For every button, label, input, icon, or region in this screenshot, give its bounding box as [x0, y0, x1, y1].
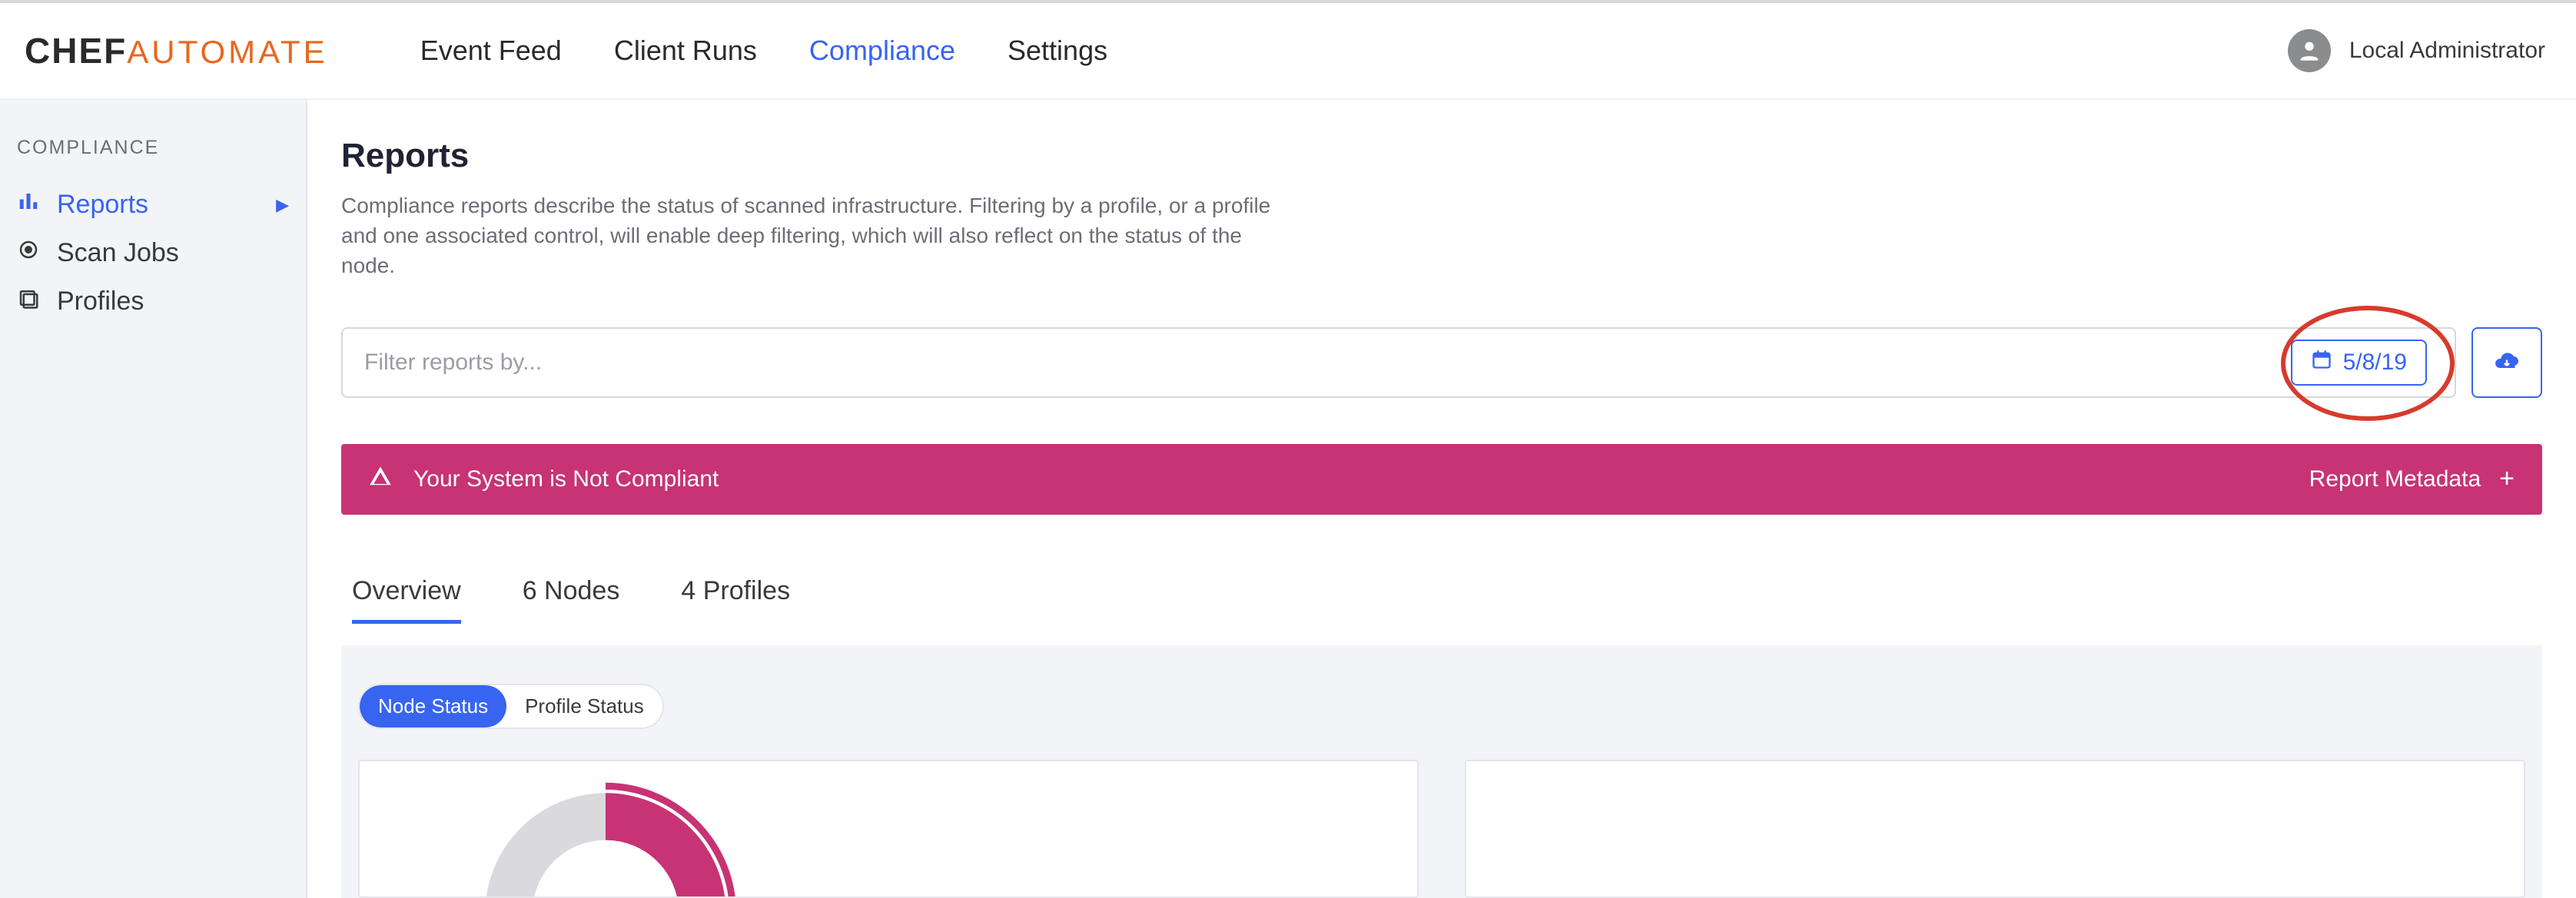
sidebar-item-scan-jobs[interactable]: Scan Jobs	[0, 229, 306, 277]
status-toggle: Node Status Profile Status	[358, 684, 664, 729]
nav-client-runs[interactable]: Client Runs	[614, 35, 757, 67]
donut-chart-icon	[467, 775, 744, 898]
calendar-icon	[2311, 349, 2332, 376]
sidebar-item-label: Scan Jobs	[57, 238, 179, 268]
top-bar: CHEFAUTOMATE Event Feed Client Runs Comp…	[0, 0, 2576, 100]
sidebar: COMPLIANCE Reports ▶ Scan Jobs Profiles	[0, 100, 307, 898]
target-icon	[17, 238, 40, 268]
tab-overview[interactable]: Overview	[352, 576, 461, 624]
chart-card-right	[1465, 760, 2525, 898]
main-content: Reports Compliance reports describe the …	[307, 100, 2576, 898]
date-picker-button[interactable]: 5/8/19	[2291, 340, 2427, 386]
tab-profiles[interactable]: 4 Profiles	[681, 576, 790, 624]
filter-box: 5/8/19	[341, 327, 2456, 398]
sidebar-item-label: Reports	[57, 190, 148, 220]
page-title: Reports	[341, 137, 2542, 175]
logo-text-automate: AUTOMATE	[127, 34, 327, 71]
pill-node-status[interactable]: Node Status	[360, 685, 506, 727]
top-nav: Event Feed Client Runs Compliance Settin…	[420, 35, 1107, 67]
report-metadata-label: Report Metadata	[2309, 466, 2481, 492]
overview-panel: Node Status Profile Status	[341, 645, 2542, 898]
sidebar-item-profiles[interactable]: Profiles	[0, 277, 306, 326]
date-value: 5/8/19	[2343, 350, 2407, 376]
banner-message: Your System is Not Compliant	[413, 466, 719, 492]
report-metadata-toggle[interactable]: Report Metadata +	[2309, 464, 2515, 494]
nav-event-feed[interactable]: Event Feed	[420, 35, 562, 67]
nav-compliance[interactable]: Compliance	[809, 35, 955, 67]
sidebar-item-label: Profiles	[57, 287, 144, 316]
user-area[interactable]: Local Administrator	[2288, 29, 2576, 72]
logo-text-chef: CHEF	[25, 30, 127, 71]
nav-settings[interactable]: Settings	[1007, 35, 1107, 67]
filter-row: 5/8/19	[341, 327, 2542, 398]
pill-profile-status[interactable]: Profile Status	[506, 685, 662, 727]
caret-right-icon: ▶	[276, 195, 289, 215]
user-name: Local Administrator	[2349, 38, 2545, 64]
library-icon	[17, 287, 40, 316]
plus-icon: +	[2499, 464, 2515, 494]
download-button[interactable]	[2471, 327, 2542, 398]
logo: CHEFAUTOMATE	[25, 30, 328, 71]
avatar-icon	[2288, 29, 2331, 72]
page-description: Compliance reports describe the status o…	[341, 191, 1279, 281]
tab-nodes[interactable]: 6 Nodes	[523, 576, 620, 624]
bar-chart-icon	[17, 190, 40, 220]
report-tabs: Overview 6 Nodes 4 Profiles	[352, 576, 2542, 624]
compliance-banner: Your System is Not Compliant Report Meta…	[341, 444, 2542, 515]
filter-input[interactable]	[364, 350, 2285, 376]
warning-icon	[369, 465, 392, 494]
sidebar-item-reports[interactable]: Reports ▶	[0, 181, 306, 229]
cloud-download-icon	[2493, 347, 2521, 377]
chart-card-left	[358, 760, 1419, 898]
sidebar-title: COMPLIANCE	[0, 137, 306, 181]
chart-cards	[358, 760, 2525, 898]
